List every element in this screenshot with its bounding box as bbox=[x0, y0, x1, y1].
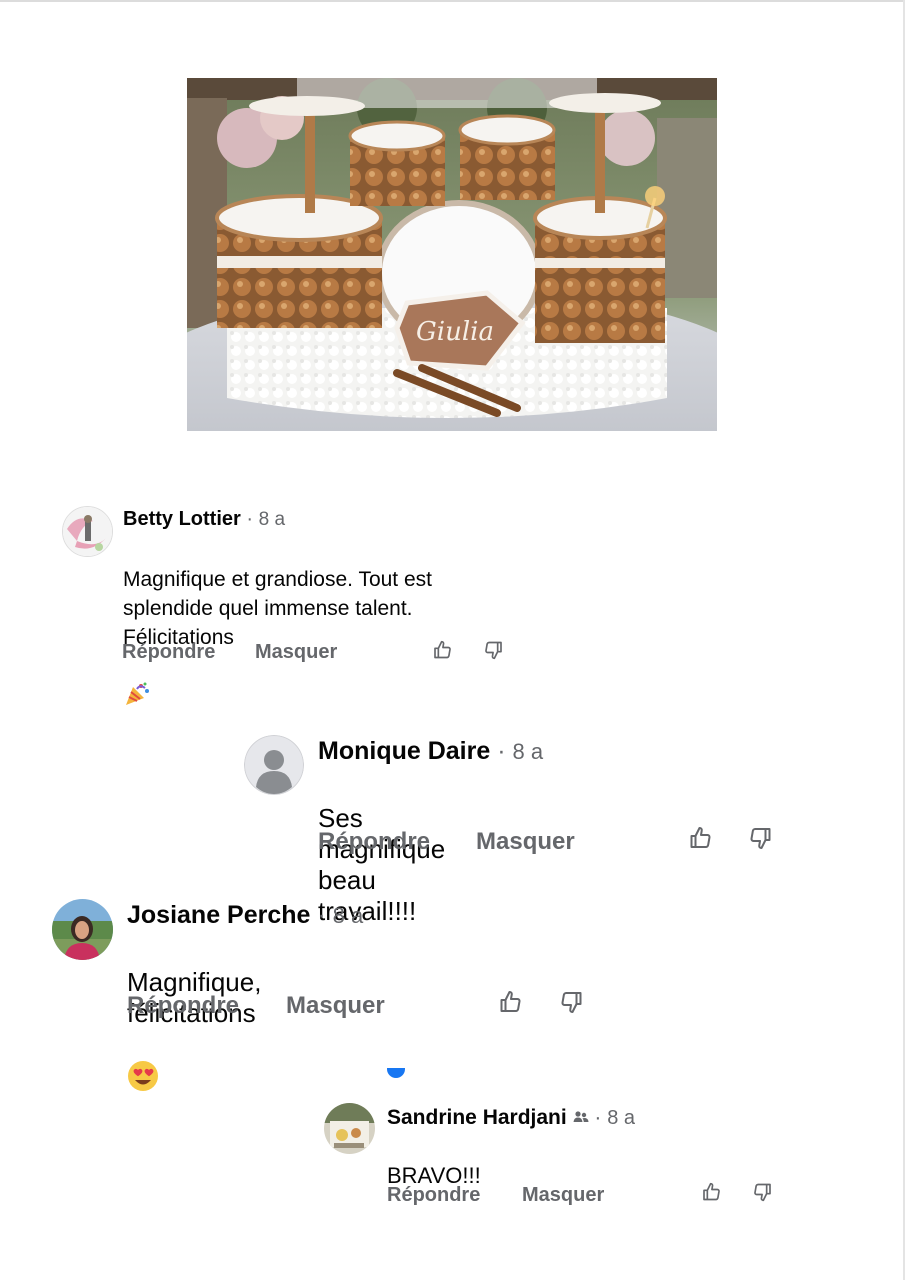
hide-button[interactable]: Masquer bbox=[476, 828, 575, 856]
reply-button[interactable]: Répondre bbox=[122, 641, 215, 664]
comment-time[interactable]: 8 a bbox=[512, 739, 543, 764]
reply-button[interactable]: Répondre bbox=[318, 828, 430, 856]
thumbs-down-icon[interactable] bbox=[748, 826, 773, 850]
thumbs-up-icon[interactable] bbox=[688, 826, 713, 850]
thumbs-up-icon[interactable] bbox=[432, 640, 453, 660]
post-photo[interactable]: Giulia bbox=[187, 78, 717, 431]
separator-dot: · bbox=[246, 508, 254, 530]
partial-reaction-icon bbox=[387, 1068, 405, 1078]
comment-time[interactable]: 8 a bbox=[259, 509, 285, 530]
group-members-icon bbox=[573, 1106, 589, 1130]
comment-time[interactable]: 8 a bbox=[333, 903, 364, 928]
separator-dot: · bbox=[317, 901, 326, 929]
author-name[interactable]: Sandrine Hardjani bbox=[387, 1106, 567, 1129]
thumbs-down-icon[interactable] bbox=[483, 640, 504, 660]
avatar[interactable] bbox=[244, 735, 304, 795]
avatar[interactable] bbox=[62, 506, 113, 557]
thumbs-down-icon[interactable] bbox=[559, 990, 584, 1014]
hide-button[interactable]: Masquer bbox=[286, 992, 385, 1020]
separator-dot: · bbox=[594, 1106, 602, 1129]
reply-button[interactable]: Répondre bbox=[387, 1184, 480, 1207]
hide-button[interactable]: Masquer bbox=[522, 1184, 604, 1207]
comment-time[interactable]: 8 a bbox=[607, 1107, 635, 1129]
separator-dot: · bbox=[497, 737, 506, 765]
cake-name-plaque: Giulia bbox=[416, 317, 494, 347]
author-name[interactable]: Betty Lottier bbox=[123, 508, 241, 530]
heart-eyes-emoji-icon bbox=[127, 1029, 159, 1099]
avatar[interactable] bbox=[324, 1103, 375, 1154]
avatar[interactable] bbox=[52, 899, 113, 960]
thumbs-up-icon[interactable] bbox=[498, 990, 523, 1014]
author-name[interactable]: Monique Daire bbox=[318, 737, 490, 765]
thumbs-down-icon[interactable] bbox=[752, 1182, 773, 1202]
author-name[interactable]: Josiane Perche bbox=[127, 901, 310, 929]
reply-button[interactable]: Répondre bbox=[127, 992, 239, 1020]
comment-text: Magnifique et grandiose. Tout est splend… bbox=[123, 568, 432, 649]
hide-button[interactable]: Masquer bbox=[255, 641, 337, 664]
top-border bbox=[0, 0, 905, 2]
thumbs-up-icon[interactable] bbox=[701, 1182, 722, 1202]
